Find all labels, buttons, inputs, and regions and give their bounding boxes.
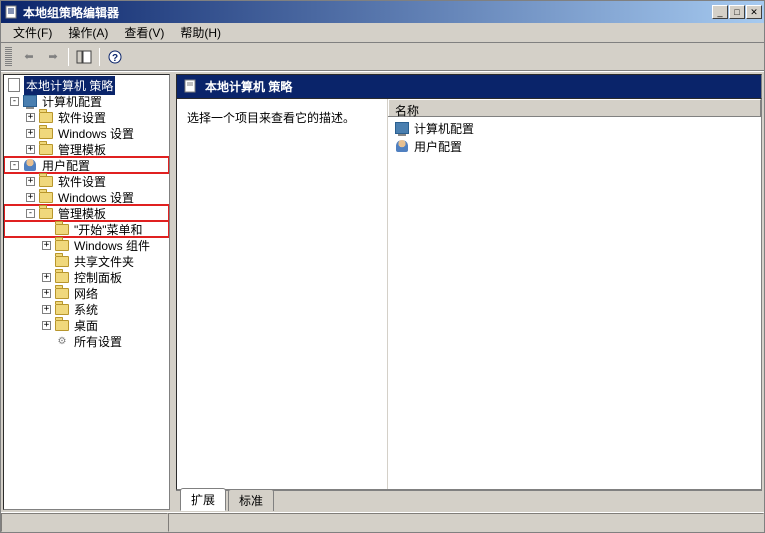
help-button[interactable]: ? <box>104 46 126 68</box>
expand-icon[interactable]: + <box>42 321 51 330</box>
description-text: 选择一个项目来查看它的描述。 <box>187 111 355 125</box>
back-button[interactable]: ⬅ <box>18 46 40 68</box>
user-icon <box>22 158 38 172</box>
app-icon <box>3 4 19 20</box>
list-item-label: 计算机配置 <box>414 120 474 137</box>
window-buttons: _ □ ✕ <box>712 5 762 19</box>
doc-icon <box>183 79 199 95</box>
folder-icon <box>38 142 54 156</box>
column-headers: 名称 <box>388 99 761 117</box>
expand-icon[interactable]: + <box>42 273 51 282</box>
computer-icon <box>394 120 410 136</box>
expand-icon[interactable]: + <box>26 145 35 154</box>
body-area: 本地计算机 策略 - 计算机配置 + 软件设置 + Windows 设置 <box>1 71 764 512</box>
toolbar-grip <box>5 47 12 67</box>
menu-view[interactable]: 查看(V) <box>116 22 172 43</box>
folder-icon <box>54 254 70 268</box>
main-window: 本地组策略编辑器 _ □ ✕ 文件(F) 操作(A) 查看(V) 帮助(H) ⬅… <box>0 0 765 533</box>
titlebar: 本地组策略编辑器 _ □ ✕ <box>1 1 764 23</box>
toolbar: ⬅ ➡ ? <box>1 43 764 71</box>
maximize-button[interactable]: □ <box>729 5 745 19</box>
collapse-icon[interactable]: - <box>26 209 35 218</box>
expand-icon[interactable]: + <box>42 241 51 250</box>
folder-icon <box>54 222 70 236</box>
folder-icon <box>38 174 54 188</box>
folder-icon <box>38 126 54 140</box>
description-pane: 选择一个项目来查看它的描述。 <box>177 99 387 489</box>
expand-icon[interactable]: + <box>26 129 35 138</box>
list-items: 计算机配置 用户配置 <box>388 117 761 157</box>
statusbar <box>1 512 764 532</box>
user-icon <box>394 138 410 154</box>
expand-icon[interactable]: + <box>26 193 35 202</box>
toolbar-separator <box>68 48 69 66</box>
doc-icon <box>6 78 22 92</box>
content-body: 选择一个项目来查看它的描述。 名称 计算机配置 用户配置 <box>176 98 762 490</box>
no-expander <box>42 257 51 266</box>
folder-icon <box>38 190 54 204</box>
tabs: 扩展 标准 <box>176 490 762 510</box>
list-pane: 名称 计算机配置 用户配置 <box>387 99 761 489</box>
column-name[interactable]: 名称 <box>388 99 761 116</box>
no-expander <box>42 337 51 346</box>
tab-extended[interactable]: 扩展 <box>180 488 226 511</box>
computer-icon <box>22 94 38 108</box>
list-item[interactable]: 用户配置 <box>390 137 759 155</box>
window-title: 本地组策略编辑器 <box>23 4 712 21</box>
folder-icon <box>54 270 70 284</box>
tree-all-settings[interactable]: ⚙ 所有设置 <box>4 333 169 349</box>
collapse-icon[interactable]: - <box>10 161 19 170</box>
folder-icon <box>38 206 54 220</box>
tree: 本地计算机 策略 - 计算机配置 + 软件设置 + Windows 设置 <box>4 75 169 351</box>
folder-icon <box>54 238 70 252</box>
forward-button[interactable]: ➡ <box>42 46 64 68</box>
close-button[interactable]: ✕ <box>746 5 762 19</box>
minimize-button[interactable]: _ <box>712 5 728 19</box>
no-expander <box>42 225 51 234</box>
expand-icon[interactable]: + <box>26 113 35 122</box>
expand-icon[interactable]: + <box>42 289 51 298</box>
status-cell <box>1 513 168 532</box>
folder-icon <box>38 110 54 124</box>
expand-icon[interactable]: + <box>26 177 35 186</box>
folder-icon <box>54 286 70 300</box>
menu-help[interactable]: 帮助(H) <box>172 22 229 43</box>
collapse-icon[interactable]: - <box>10 97 19 106</box>
list-item-label: 用户配置 <box>414 138 462 155</box>
content-pane: 本地计算机 策略 选择一个项目来查看它的描述。 名称 计算机配置 <box>176 74 762 510</box>
folder-icon <box>54 318 70 332</box>
tree-pane[interactable]: 本地计算机 策略 - 计算机配置 + 软件设置 + Windows 设置 <box>3 74 170 510</box>
show-hide-tree-button[interactable] <box>73 46 95 68</box>
gear-icon: ⚙ <box>54 334 70 348</box>
expand-icon[interactable]: + <box>42 305 51 314</box>
tab-standard[interactable]: 标准 <box>228 489 274 511</box>
folder-icon <box>54 302 70 316</box>
list-item[interactable]: 计算机配置 <box>390 119 759 137</box>
tree-label: 所有设置 <box>72 332 124 351</box>
toolbar-separator <box>99 48 100 66</box>
status-cell <box>168 513 764 532</box>
menubar: 文件(F) 操作(A) 查看(V) 帮助(H) <box>1 23 764 43</box>
content-header: 本地计算机 策略 <box>176 74 762 98</box>
svg-text:?: ? <box>112 53 118 64</box>
menu-file[interactable]: 文件(F) <box>5 22 60 43</box>
content-title: 本地计算机 策略 <box>205 78 292 95</box>
menu-action[interactable]: 操作(A) <box>60 22 116 43</box>
